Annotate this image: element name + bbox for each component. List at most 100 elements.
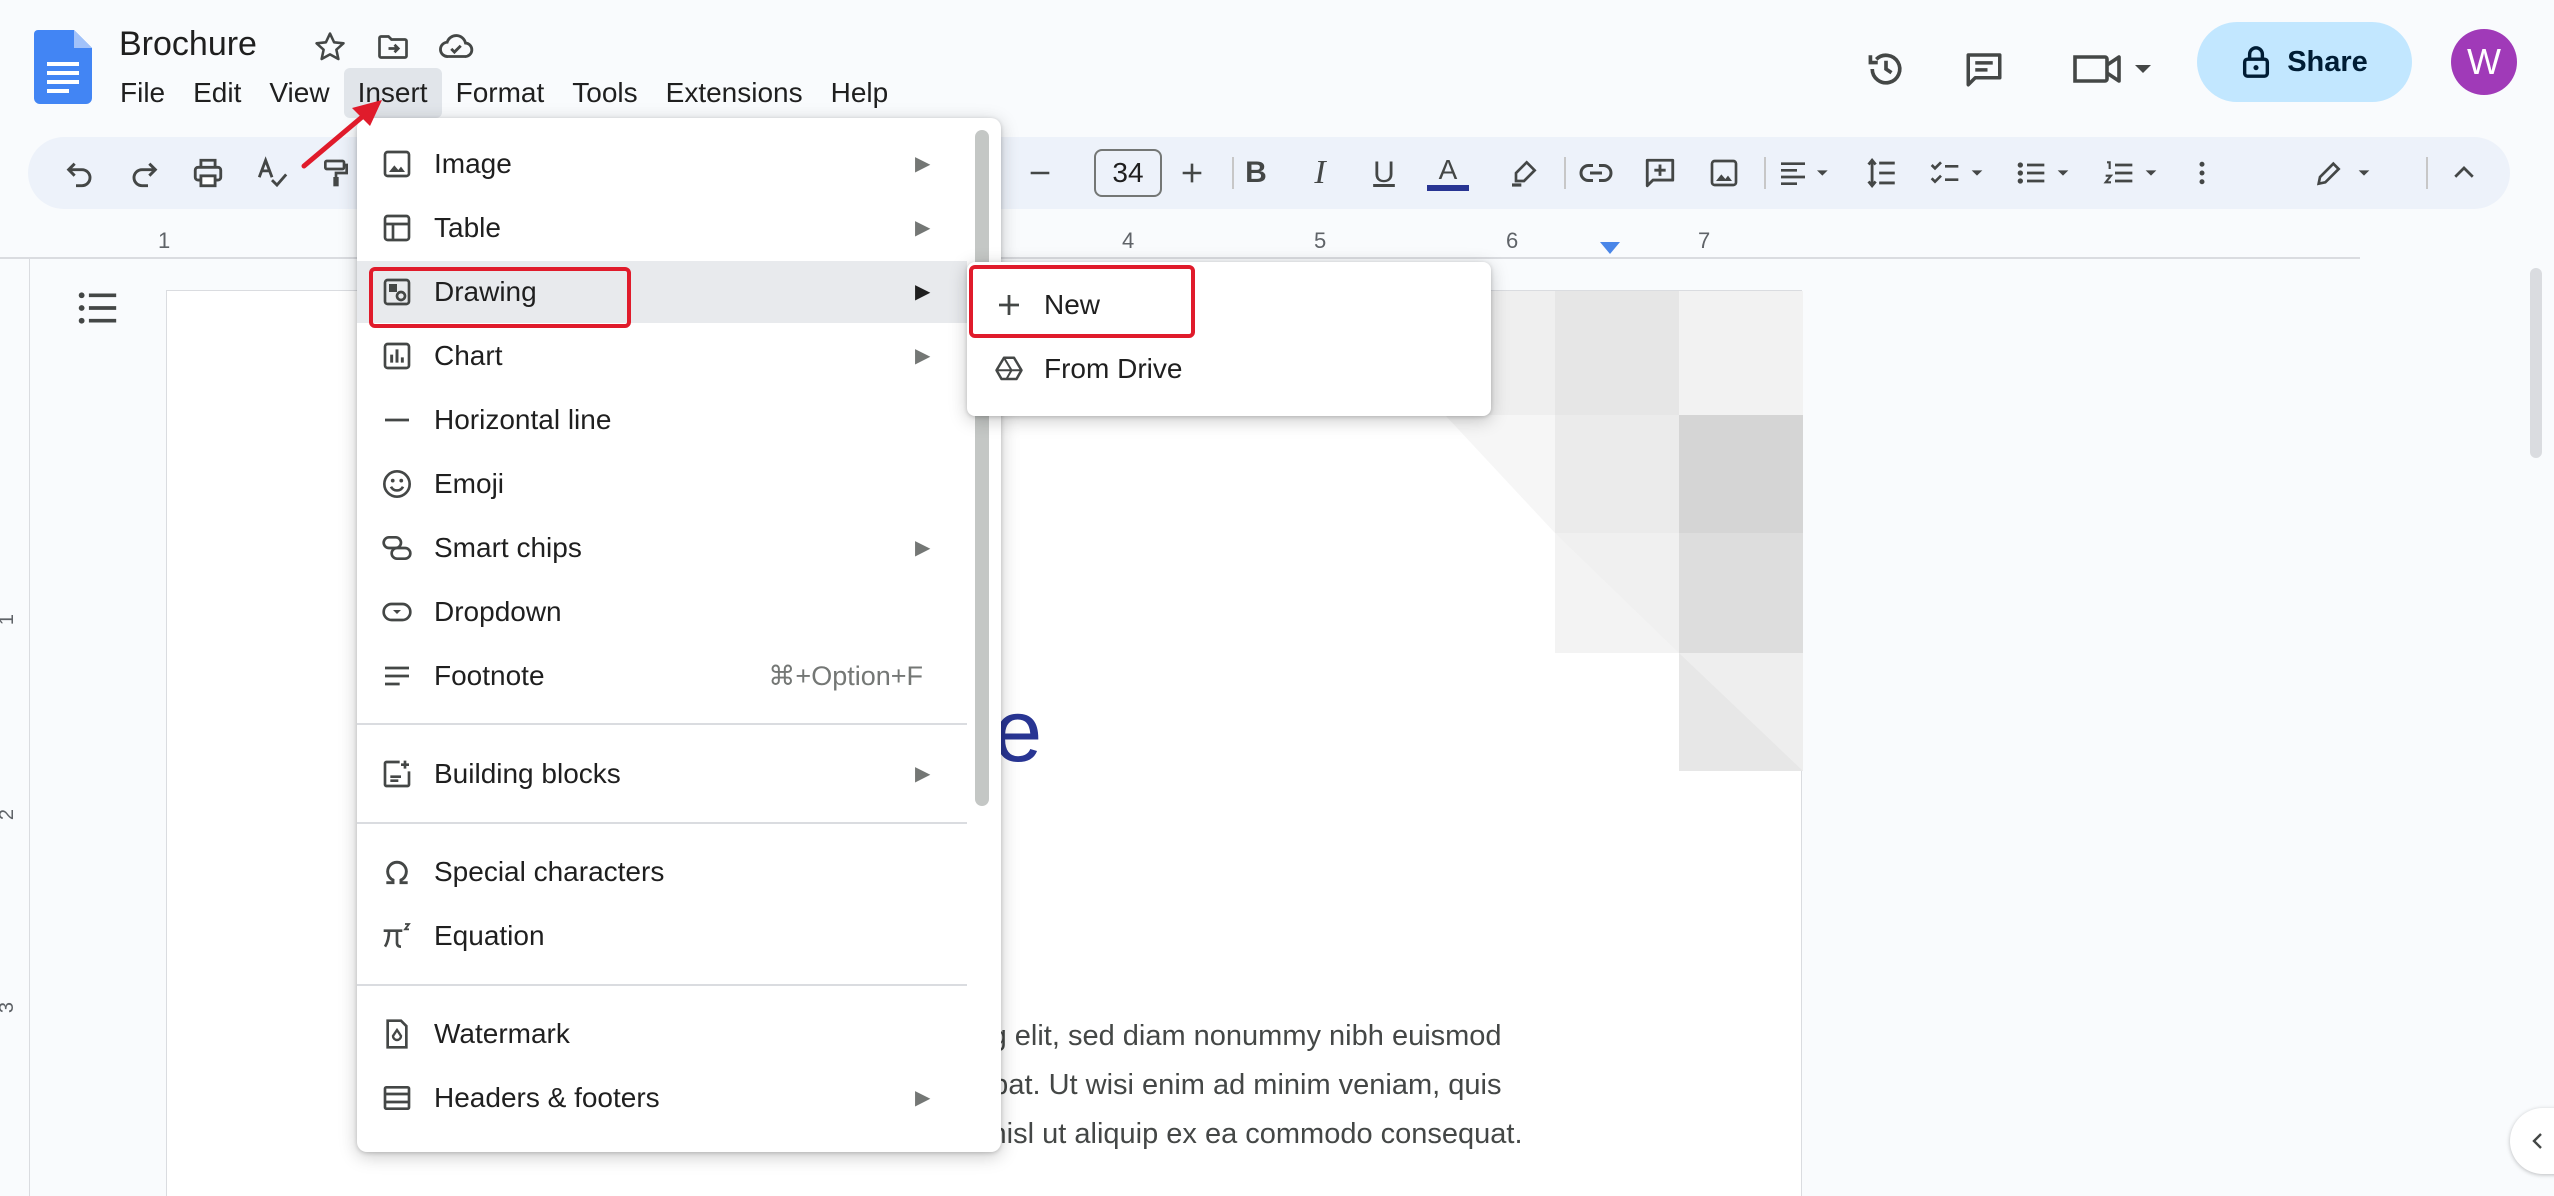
document-title[interactable]: Brochure [119, 22, 257, 66]
italic-button[interactable]: I [1298, 151, 1342, 195]
body-text-line[interactable]: ing elit, sed diam nonummy nibh euismod [968, 1020, 1502, 1053]
ruler-number: 2 [0, 809, 19, 820]
checklist-icon[interactable] [1926, 151, 1996, 195]
bold-button[interactable]: B [1234, 151, 1278, 195]
menu-divider [357, 723, 967, 725]
menu-item-horizontal-line[interactable]: Horizontal line [357, 389, 967, 451]
move-to-folder-icon[interactable] [372, 26, 414, 68]
pi-icon [383, 923, 411, 948]
decrease-font-size-icon[interactable] [1018, 151, 1062, 195]
highlight-icon[interactable] [1502, 151, 1546, 195]
menu-item-label: Horizontal line [434, 404, 612, 435]
annotation-arrow-icon [301, 100, 382, 169]
body-text-line[interactable]: s nisl ut aliquip ex ea commodo consequa… [968, 1118, 1523, 1151]
font-size-input[interactable]: 34 [1094, 149, 1162, 197]
menu-item-building-blocks[interactable]: Building blocks ▶ [357, 743, 967, 805]
menu-item-equation[interactable]: Equation [357, 905, 967, 967]
docs-logo-icon[interactable] [34, 30, 92, 104]
star-icon[interactable] [309, 26, 351, 68]
table-icon [383, 214, 411, 242]
menu-item-table[interactable]: Table ▶ [357, 197, 967, 259]
collapse-toolbar-icon[interactable] [2442, 151, 2486, 195]
right-indent-marker-icon[interactable] [1598, 240, 1622, 256]
menu-item-label: Special characters [434, 856, 665, 887]
menu-format[interactable]: Format [442, 68, 559, 118]
bold-label: B [1245, 156, 1267, 189]
menu-item-label: Building blocks [434, 758, 621, 789]
lock-icon [2243, 46, 2270, 78]
menu-item-label: Emoji [434, 468, 505, 499]
menu-item-chart[interactable]: Chart ▶ [357, 325, 967, 387]
chart-icon [383, 342, 411, 370]
insert-image-icon[interactable] [1702, 151, 1746, 195]
menu-item-label: Watermark [434, 1018, 570, 1049]
print-icon[interactable] [186, 151, 230, 195]
text-color-swatch [1427, 185, 1469, 191]
vertical-ruler[interactable]: 1 2 3 [0, 258, 30, 1196]
menu-edit[interactable]: Edit [179, 68, 255, 118]
menu-item-emoji[interactable]: Emoji [357, 453, 967, 515]
menu-item-watermark[interactable]: Watermark [357, 1003, 967, 1065]
menu-item-smart-chips[interactable]: Smart chips ▶ [357, 517, 967, 579]
submenu-item-from-drive[interactable]: From Drive [967, 338, 1491, 400]
menu-item-headers-footers[interactable]: Headers & footers ▶ [357, 1067, 967, 1129]
dropdown-icon [382, 602, 412, 622]
link-icon[interactable] [1574, 151, 1618, 195]
menu-extensions[interactable]: Extensions [652, 68, 817, 118]
headers-footers-icon [383, 1086, 411, 1110]
share-label: Share [2287, 45, 2368, 78]
version-history-icon[interactable] [1857, 40, 1915, 98]
toolbar-divider [1564, 157, 1566, 189]
menu-item-dropdown[interactable]: Dropdown [357, 581, 967, 643]
meet-icon[interactable] [2064, 40, 2164, 98]
bulleted-list-icon[interactable] [2012, 151, 2082, 195]
menu-item-label: Image [434, 148, 512, 179]
numbered-list-icon[interactable] [2100, 151, 2170, 195]
submenu-arrow-icon: ▶ [915, 1087, 931, 1109]
side-panel-toggle[interactable] [2510, 1108, 2554, 1174]
menu-tools[interactable]: Tools [558, 68, 651, 118]
cloud-saved-icon[interactable] [435, 26, 477, 68]
text-color-label: A [1438, 154, 1458, 185]
underline-button[interactable]: U [1362, 151, 1406, 195]
menu-divider [357, 984, 967, 986]
menu-file[interactable]: File [106, 68, 179, 118]
smart-chips-icon [382, 536, 412, 560]
avatar[interactable]: W [2451, 29, 2517, 95]
body-text-line[interactable]: utpat. Ut wisi enim ad minim veniam, qui… [968, 1069, 1501, 1102]
menu-item-special-characters[interactable]: Special characters [357, 841, 967, 903]
menu-item-label: Footnote [434, 660, 545, 691]
chevron-left-icon [2532, 1133, 2542, 1149]
document-outline-icon[interactable] [76, 288, 120, 332]
horizontal-line-icon [385, 418, 409, 422]
share-button[interactable]: Share [2197, 22, 2412, 102]
menu-item-label: Table [434, 212, 501, 243]
spellcheck-icon[interactable] [250, 151, 294, 195]
submenu-arrow-icon: ▶ [915, 763, 931, 785]
omega-icon [386, 860, 408, 885]
annotation-highlight-drawing [369, 267, 631, 328]
toolbar-divider [1764, 157, 1766, 189]
line-spacing-icon[interactable] [1860, 151, 1904, 195]
menu-scrollbar[interactable] [975, 130, 989, 806]
increase-font-size-icon[interactable] [1170, 151, 1214, 195]
menu-item-label: Headers & footers [434, 1082, 660, 1113]
submenu-arrow-icon: ▶ [915, 153, 931, 175]
annotation-highlight-new [969, 265, 1195, 338]
submenu-arrow-icon: ▶ [915, 217, 931, 239]
redo-icon[interactable] [122, 151, 166, 195]
more-options-icon[interactable] [2180, 151, 2224, 195]
menu-help[interactable]: Help [817, 68, 903, 118]
menu-divider [357, 822, 967, 824]
menu-item-image[interactable]: Image ▶ [357, 133, 967, 195]
undo-icon[interactable] [58, 151, 102, 195]
menu-item-footnote[interactable]: Footnote ⌘+Option+F [357, 645, 967, 707]
add-comment-icon[interactable] [1638, 151, 1682, 195]
comments-icon[interactable] [1955, 40, 2013, 98]
menu-item-shortcut: ⌘+Option+F [768, 661, 923, 691]
align-left-icon[interactable] [1774, 151, 1844, 195]
document-scrollbar[interactable] [2530, 268, 2542, 458]
ruler-number: 3 [0, 1002, 19, 1013]
text-color-button[interactable]: A [1426, 151, 1470, 195]
editing-mode-icon[interactable] [2308, 151, 2388, 195]
